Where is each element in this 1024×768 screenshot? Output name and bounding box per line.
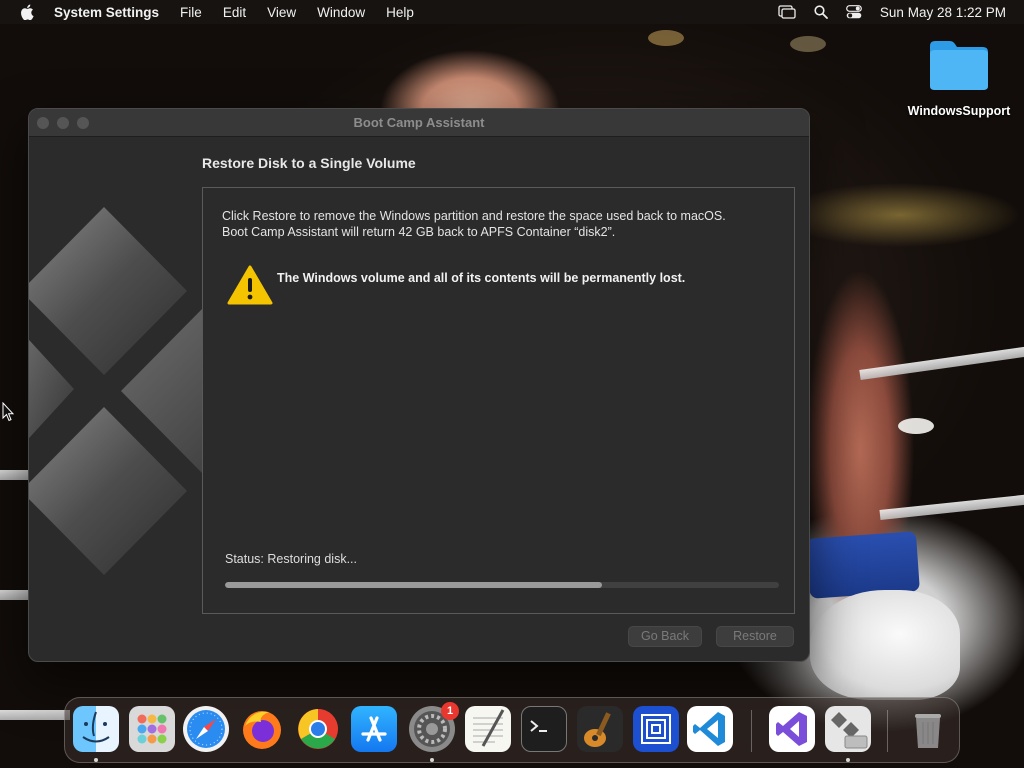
dock-textedit-icon[interactable] (465, 706, 511, 752)
boxing-glove (810, 590, 960, 700)
dock-remote-desktop-icon[interactable] (633, 706, 679, 752)
ring-light (790, 36, 826, 52)
dock-garageband-icon[interactable] (577, 706, 623, 752)
warning-message: The Windows volume and all of its conten… (277, 271, 686, 285)
content-panel: Click Restore to remove the Windows part… (202, 187, 795, 614)
ring-rope (0, 710, 70, 720)
mouse-cursor-icon (2, 402, 14, 422)
desktop-folder-label: WindowsSupport (907, 104, 1011, 118)
ring-light (898, 418, 934, 434)
dock-firefox-icon[interactable] (239, 706, 285, 752)
desktop-folder-windowssupport[interactable]: WindowsSupport (900, 38, 1018, 118)
dock-system-settings-icon[interactable]: 1 (409, 702, 459, 752)
menu-view[interactable]: View (267, 5, 296, 20)
dock-chrome-icon[interactable] (295, 706, 341, 752)
restore-button[interactable]: Restore (716, 626, 794, 647)
dock-trash-icon[interactable] (905, 706, 951, 752)
running-indicator (430, 758, 434, 762)
dock-app-store-icon[interactable] (351, 706, 397, 752)
ring-rope (0, 470, 28, 480)
status-text: Status: Restoring disk... (225, 552, 358, 566)
dock-finder-icon[interactable] (73, 706, 119, 752)
dock-visual-studio-icon[interactable] (769, 706, 815, 752)
dock-separator (751, 710, 752, 752)
window-title: Boot Camp Assistant (353, 115, 485, 130)
page-heading: Restore Disk to a Single Volume (202, 155, 416, 171)
menu-bar: System Settings File Edit View Window He… (0, 0, 1024, 24)
dock-vscode-icon[interactable] (687, 706, 733, 752)
menu-edit[interactable]: Edit (223, 5, 246, 20)
folder-icon (928, 38, 990, 92)
progress-bar (225, 582, 779, 588)
warning-icon (227, 265, 273, 305)
dock: 1 (64, 697, 960, 763)
dock-separator (887, 710, 888, 752)
glove-band (806, 531, 920, 599)
dock-terminal-icon[interactable] (521, 706, 567, 752)
spotlight-search-icon[interactable] (814, 5, 828, 19)
menu-file[interactable]: File (180, 5, 202, 20)
progress-bar-fill (225, 582, 602, 588)
description-line: Click Restore to remove the Windows part… (222, 209, 726, 223)
description-line: Boot Camp Assistant will return 42 GB ba… (222, 225, 616, 239)
running-indicator (846, 758, 850, 762)
screen-mirroring-icon[interactable] (778, 5, 796, 19)
notification-badge: 1 (441, 702, 459, 720)
dock-safari-icon[interactable] (183, 706, 229, 752)
menu-app-name[interactable]: System Settings (54, 5, 159, 20)
boot-camp-window: Boot Camp Assistant Restore Disk to a Si… (28, 108, 810, 662)
menubar-clock[interactable]: Sun May 28 1:22 PM (880, 5, 1006, 20)
window-titlebar[interactable]: Boot Camp Assistant (29, 109, 809, 137)
menu-help[interactable]: Help (386, 5, 414, 20)
go-back-button[interactable]: Go Back (628, 626, 702, 647)
ring-rope (0, 590, 28, 600)
ring-light (648, 30, 684, 46)
menu-window[interactable]: Window (317, 5, 365, 20)
dock-boot-camp-icon[interactable] (825, 706, 871, 752)
ring-rope (879, 493, 1024, 520)
dock-launchpad-icon[interactable] (129, 706, 175, 752)
control-center-icon[interactable] (846, 5, 862, 19)
apple-menu-icon[interactable] (20, 4, 34, 20)
restore-description: Click Restore to remove the Windows part… (222, 208, 782, 240)
running-indicator (94, 758, 98, 762)
ring-rope (859, 344, 1024, 380)
